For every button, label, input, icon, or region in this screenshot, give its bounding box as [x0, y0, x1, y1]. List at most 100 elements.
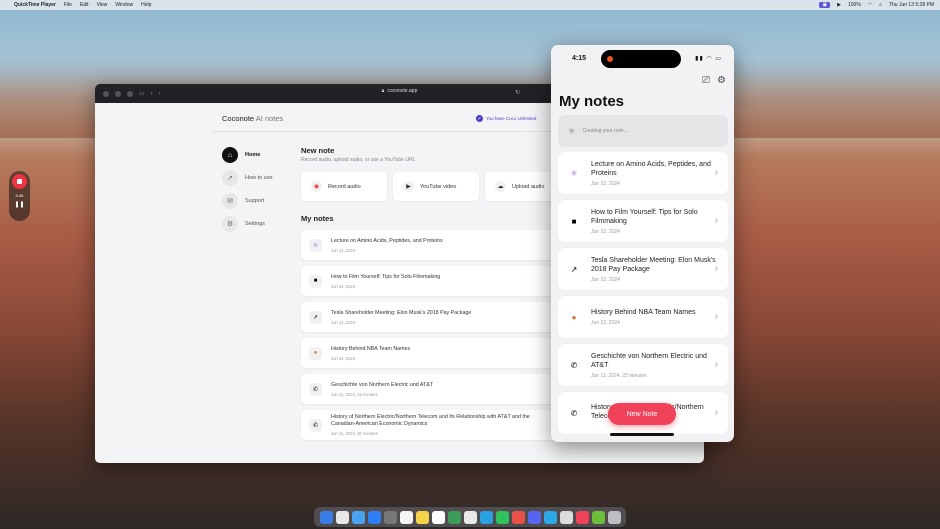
settings-icon[interactable]: [383, 510, 397, 524]
chevron-right-icon: ›: [714, 263, 718, 274]
note-date: Jun 12, 2024: [591, 228, 620, 235]
basketball-icon: ●: [571, 312, 577, 322]
calendar-icon[interactable]: [399, 510, 413, 524]
wifi-icon[interactable]: ◠: [868, 2, 872, 8]
note-title: Lecture on Amino Acids, Peptides, and Pr…: [331, 237, 443, 244]
note-date: Jun 12, 2024: [591, 180, 620, 187]
note-item[interactable]: ✆ Geschichte von Northern Electric und A…: [301, 374, 556, 404]
menu-edit[interactable]: Edit: [80, 2, 89, 8]
note-item[interactable]: ■ How to Film Yourself: Tips for Solo Fi…: [301, 266, 556, 296]
nav-item-support[interactable]: ✉ Support: [222, 193, 273, 209]
nav-item-settings[interactable]: ⚙ Settings: [222, 216, 273, 232]
brand-logo[interactable]: Coconote AI notes: [222, 114, 283, 123]
chevron-left-icon[interactable]: ‹: [151, 91, 153, 97]
menu-bar: QuickTime Player File Edit View Window H…: [0, 0, 940, 10]
safari-icon[interactable]: [351, 510, 365, 524]
home-indicator: [610, 433, 674, 436]
app-store-icon[interactable]: [367, 510, 381, 524]
upload-audio-button[interactable]: ☁ Upload audio: [485, 172, 555, 201]
music-icon[interactable]: [511, 510, 525, 524]
discord-icon[interactable]: [527, 510, 541, 524]
app-menu[interactable]: QuickTime Player: [14, 2, 56, 8]
youtube-video-button[interactable]: ▶ YouTube video: [393, 172, 479, 201]
chrome-icon[interactable]: [463, 510, 477, 524]
menu-file[interactable]: File: [64, 2, 72, 8]
telegram-icon[interactable]: [479, 510, 493, 524]
iphone-mirroring-icon[interactable]: [591, 510, 605, 524]
mail-icon[interactable]: [543, 510, 557, 524]
finder-icon[interactable]: [319, 510, 333, 524]
new-note-button[interactable]: New Note: [608, 403, 676, 425]
phone-note-item[interactable]: ■ How to Film Yourself: Tips for Solo Fi…: [558, 200, 728, 242]
play-icon[interactable]: ▶: [837, 2, 841, 8]
phone-note-item[interactable]: ⚛ Lecture on Amino Acids, Peptides, and …: [558, 152, 728, 194]
check-circle-icon: ✓: [476, 115, 483, 122]
menu-window[interactable]: Window: [115, 2, 133, 8]
phone-toolbar: ⎚ ⚙: [702, 75, 726, 86]
gear-icon[interactable]: ⚙: [717, 75, 726, 86]
menu-help[interactable]: Help: [141, 2, 151, 8]
record-audio-button[interactable]: ◉ Record audio: [301, 172, 387, 201]
youtube-icon: ▶: [403, 181, 414, 192]
recording-indicator-icon: [607, 56, 613, 62]
launchpad-icon[interactable]: [335, 510, 349, 524]
nav-item-home[interactable]: ⌂ Home: [222, 147, 273, 163]
note-item[interactable]: ↗ Tesla Shareholder Meeting: Elon Musk's…: [301, 302, 556, 332]
sidebar-nav: ⌂ Home ➚ How to use ✉ Support ⚙ Settings: [222, 147, 273, 232]
chevron-right-icon[interactable]: ›: [159, 91, 161, 97]
rocket-icon: ➚: [222, 170, 238, 186]
chevron-right-icon: ›: [714, 215, 718, 226]
note-title: History Behind NBA Team Names: [591, 309, 696, 316]
creating-text: Creating your note...: [582, 128, 628, 134]
preview-icon[interactable]: [559, 510, 573, 524]
phone-clock: 4:15: [572, 55, 587, 62]
signal-wifi-battery-icon: ▮▮ ◠ ▭: [695, 56, 722, 62]
note-date: Jun 11, 2024, 20 minutes: [331, 431, 378, 436]
note-date: Jun 12, 2024: [591, 276, 620, 283]
battery-percent[interactable]: 100%: [848, 2, 861, 8]
phone-note-item[interactable]: ✆ Geschichte von Northern Electric und A…: [558, 344, 728, 386]
minimize-window-button[interactable]: [115, 90, 121, 97]
messages-icon[interactable]: [495, 510, 509, 524]
dynamic-island: [601, 50, 681, 68]
screen-record-icon[interactable]: ▣: [819, 2, 831, 8]
spinner-icon: ✳: [568, 125, 576, 136]
note-item[interactable]: ● History Behind NBA Team Names Jun 12, …: [301, 338, 556, 368]
notion-icon[interactable]: [431, 510, 445, 524]
note-item[interactable]: ✆ History of Northern Electric/Northern …: [301, 410, 556, 440]
search-icon[interactable]: ⌕: [879, 2, 882, 8]
clock[interactable]: Thu Jun 13 5:28 PM: [889, 2, 934, 8]
chevron-right-icon: ›: [714, 407, 718, 418]
maps-icon[interactable]: [447, 510, 461, 524]
atom-icon: ⚛: [309, 238, 322, 252]
stop-recording-button[interactable]: [12, 174, 27, 189]
note-date: Jun 12, 2024: [591, 320, 620, 326]
trash-icon[interactable]: [607, 510, 621, 524]
phone-note-item[interactable]: ↗ Tesla Shareholder Meeting: Elon Musk's…: [558, 248, 728, 290]
phone-status-bar: 4:15 ▮▮ ◠ ▭: [551, 45, 734, 72]
notes-icon[interactable]: [415, 510, 429, 524]
zoom-window-button[interactable]: [127, 90, 133, 97]
gear-icon: ⚙: [222, 216, 238, 232]
brand-suffix: AI notes: [255, 114, 284, 123]
notes-list: ⚛ Lecture on Amino Acids, Peptides, and …: [301, 230, 556, 440]
phone-note-item[interactable]: ● History Behind NBA Team Names Jun 12, …: [558, 296, 728, 338]
sidebar-icon[interactable]: ▭: [139, 90, 145, 97]
url-text: coconote.app: [387, 88, 418, 94]
chat-icon[interactable]: ⎚: [702, 75, 710, 86]
nav-item-how-to-use[interactable]: ➚ How to use: [222, 170, 273, 186]
subscription-text: You have Coco Unlimited: [486, 116, 537, 121]
note-item[interactable]: ⚛ Lecture on Amino Acids, Peptides, and …: [301, 230, 556, 260]
creating-note-card: ✳ Creating your note...: [558, 115, 728, 147]
chart-icon: ↗: [570, 264, 578, 274]
close-window-button[interactable]: [103, 90, 109, 97]
reload-icon[interactable]: ↻: [515, 89, 520, 96]
address-bar[interactable]: 🔒︎ coconote.app: [382, 88, 418, 94]
pause-icon[interactable]: ❚❚: [14, 202, 24, 208]
coconote-icon[interactable]: [575, 510, 589, 524]
phone-page-title: My notes: [559, 93, 625, 110]
menu-view[interactable]: View: [97, 2, 108, 8]
note-date: Jun 12, 2024: [331, 355, 356, 361]
chat-icon: ✉: [222, 193, 238, 209]
phone-window: 4:15 ▮▮ ◠ ▭ ⎚ ⚙ My notes ✳ Creating your…: [551, 45, 734, 442]
